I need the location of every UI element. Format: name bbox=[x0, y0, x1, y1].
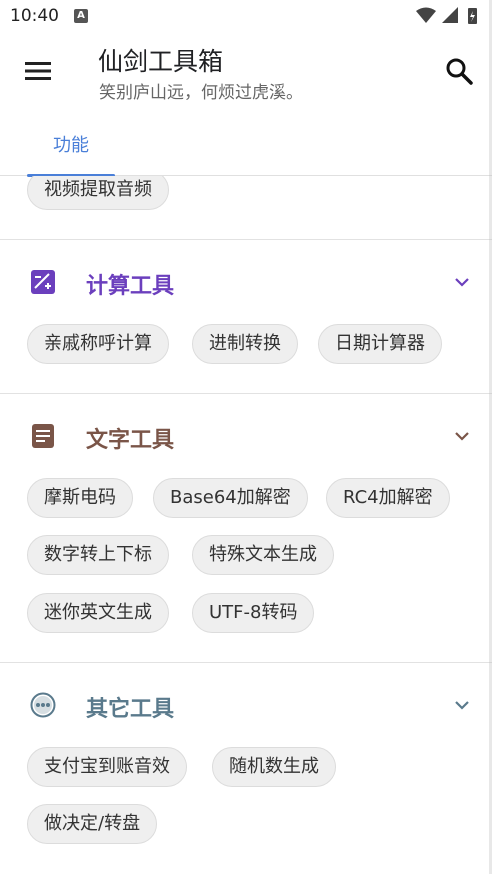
status-icons bbox=[416, 7, 477, 24]
status-time: 10:40 bbox=[10, 6, 59, 26]
notification-a-icon: A bbox=[74, 9, 88, 23]
chevron-down-icon[interactable] bbox=[452, 695, 472, 715]
chip-special-text[interactable]: 特殊文本生成 bbox=[192, 535, 334, 575]
search-icon[interactable] bbox=[444, 56, 474, 86]
tool-list[interactable]: 视频提取音频 计算工具 亲戚称呼计算 进制转换 日期计算器 文字工具 摩斯电码 … bbox=[0, 176, 492, 874]
chevron-down-icon[interactable] bbox=[452, 272, 472, 292]
app-bar: 仙剑工具箱 笑别庐山远，何烦过虎溪。 bbox=[0, 32, 492, 112]
app-subtitle: 笑别庐山远，何烦过虎溪。 bbox=[99, 83, 303, 103]
document-icon bbox=[32, 424, 54, 448]
wifi-icon bbox=[416, 7, 436, 23]
calculator-icon bbox=[31, 270, 55, 294]
chip-morse-code[interactable]: 摩斯电码 bbox=[27, 478, 133, 518]
chip-number-superscript[interactable]: 数字转上下标 bbox=[27, 535, 169, 575]
divider bbox=[0, 239, 492, 240]
app-title: 仙剑工具箱 bbox=[98, 47, 224, 76]
status-bar: 10:40 A bbox=[0, 0, 492, 32]
chip-date-calculator[interactable]: 日期计算器 bbox=[318, 324, 442, 364]
tab-bar: 功能 bbox=[0, 112, 492, 177]
section-title-calc: 计算工具 bbox=[86, 274, 175, 299]
chip-alipay-sound[interactable]: 支付宝到账音效 bbox=[27, 747, 187, 787]
tab-features[interactable]: 功能 bbox=[27, 112, 115, 177]
divider bbox=[0, 393, 492, 394]
section-title-text: 文字工具 bbox=[86, 428, 175, 453]
menu-icon[interactable] bbox=[22, 54, 56, 88]
chip-video-extract-audio[interactable]: 视频提取音频 bbox=[27, 176, 169, 210]
section-title-other: 其它工具 bbox=[86, 697, 175, 722]
signal-icon bbox=[442, 7, 458, 23]
chip-rc4[interactable]: RC4加解密 bbox=[326, 478, 450, 518]
chip-base-conversion[interactable]: 进制转换 bbox=[192, 324, 298, 364]
divider bbox=[0, 662, 492, 663]
chevron-down-icon[interactable] bbox=[452, 426, 472, 446]
chip-utf8[interactable]: UTF-8转码 bbox=[192, 593, 315, 633]
tab-label: 功能 bbox=[53, 135, 89, 156]
chip-mini-english[interactable]: 迷你英文生成 bbox=[27, 593, 169, 633]
chip-random-number[interactable]: 随机数生成 bbox=[212, 747, 336, 787]
chip-decision-wheel[interactable]: 做决定/转盘 bbox=[27, 804, 158, 844]
more-horiz-circle-icon bbox=[30, 692, 56, 718]
chip-relative-title-calc[interactable]: 亲戚称呼计算 bbox=[27, 324, 169, 364]
chip-base64[interactable]: Base64加解密 bbox=[153, 478, 308, 518]
